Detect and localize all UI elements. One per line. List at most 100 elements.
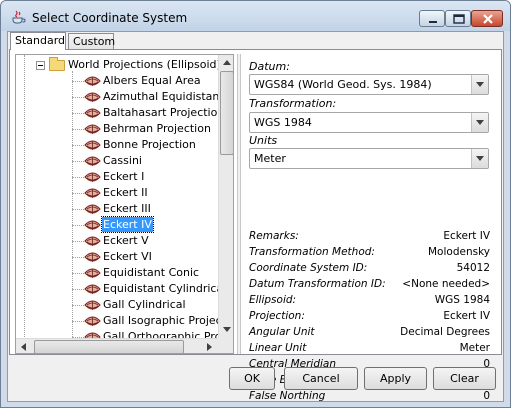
tree-connector-line <box>72 241 84 242</box>
tree-connector-line <box>72 97 84 98</box>
folder-open-icon <box>49 57 65 71</box>
maximize-button[interactable] <box>445 10 471 27</box>
projection-globe-icon <box>84 140 101 151</box>
info-value: Eckert IV <box>443 230 490 242</box>
minimize-button[interactable] <box>419 10 445 27</box>
panel-splitter[interactable] <box>237 54 241 354</box>
tree-connector-line <box>72 145 84 146</box>
info-key: Ellipsoid: <box>249 294 297 306</box>
datum-label: Datum: <box>249 60 290 73</box>
tree-item[interactable]: Cassini <box>16 153 218 169</box>
info-key: Transformation Method: <box>249 246 375 258</box>
vertical-scrollbar[interactable] <box>218 55 233 338</box>
tree-root-label: World Projections (Ellipsoid) <box>68 58 221 71</box>
tree-connector-line <box>72 161 84 162</box>
tree-item[interactable]: Baltahasart Projection <box>16 105 224 121</box>
transformation-combobox[interactable]: WGS 1984 <box>249 112 489 133</box>
projection-globe-icon <box>84 236 101 247</box>
tree-item-label: Equidistant Cylindrical <box>103 282 227 295</box>
arrow-right-icon <box>207 343 212 351</box>
info-value: Molodensky <box>428 246 490 258</box>
tree-connector-line <box>72 225 84 226</box>
units-dropdown-button[interactable] <box>471 149 488 168</box>
apply-button[interactable]: Apply <box>364 367 427 390</box>
tree-item-label: Albers Equal Area <box>103 74 201 87</box>
tree-item-label: Eckert III <box>103 202 151 215</box>
projection-globe-icon <box>84 268 101 279</box>
ok-button[interactable]: OK <box>229 367 275 390</box>
tree-item[interactable]: Eckert IV <box>16 216 218 233</box>
minimize-icon <box>429 21 437 23</box>
tree-item-label: Bonne Projection <box>103 138 196 151</box>
info-key: Coordinate System ID: <box>249 262 368 274</box>
projection-tree[interactable]: World Projections (Ellipsoid) Albers Equ… <box>15 54 234 354</box>
tree-item[interactable]: Eckert V <box>16 233 218 249</box>
tree-item-label: Baltahasart Projection <box>103 106 225 119</box>
collapse-expander-icon[interactable] <box>36 61 45 70</box>
projection-globe-icon <box>84 252 101 263</box>
tree-item[interactable]: Eckert VI <box>16 249 218 265</box>
tree-item[interactable]: Gall Isographic Projection <box>16 313 233 329</box>
tree-connector-line <box>72 113 84 114</box>
scroll-up-button[interactable] <box>219 55 233 71</box>
tree-connector-line <box>72 129 84 130</box>
clear-button[interactable]: Clear <box>433 367 496 390</box>
tree-item[interactable]: Equidistant Cylindrical <box>16 281 226 297</box>
tree-item-label: Azimuthal Equidistant <box>103 90 224 103</box>
projection-globe-icon <box>84 316 101 327</box>
tree-connector-line <box>72 257 84 258</box>
projection-globe-icon <box>84 220 101 231</box>
tab-standard[interactable]: Standard <box>10 32 66 50</box>
tree-item-label: Equidistant Conic <box>103 266 200 279</box>
tree-item[interactable]: Azimuthal Equidistant <box>16 89 224 105</box>
tree-item[interactable]: Gall Cylindrical <box>16 297 218 313</box>
vertical-scroll-thumb[interactable] <box>220 71 233 155</box>
arrow-up-icon <box>223 60 231 65</box>
tree-item-label: Gall Cylindrical <box>103 298 186 311</box>
units-label: Units <box>249 134 278 147</box>
cancel-button[interactable]: Cancel <box>284 367 358 390</box>
scrollbar-corner <box>218 338 233 353</box>
tree-connector-line <box>72 193 84 194</box>
projection-globe-icon <box>84 172 101 183</box>
button-bar: OK Cancel Apply Clear <box>9 356 502 400</box>
scroll-right-button[interactable] <box>202 339 218 353</box>
datum-dropdown-button[interactable] <box>471 75 488 94</box>
tab-panel-standard: World Projections (Ellipsoid) Albers Equ… <box>9 49 502 402</box>
projection-globe-icon <box>84 300 101 311</box>
tree-item[interactable]: Behrman Projection <box>16 121 218 137</box>
horizontal-scrollbar[interactable] <box>16 338 218 353</box>
projection-globe-icon <box>84 204 101 215</box>
scroll-left-button[interactable] <box>16 339 32 353</box>
transformation-value: WGS 1984 <box>254 116 312 129</box>
datum-combobox[interactable]: WGS84 (World Geod. Sys. 1984) <box>249 74 489 95</box>
tab-custom[interactable]: Custom <box>68 33 115 50</box>
tree-item[interactable]: Eckert II <box>16 185 218 201</box>
scroll-down-button[interactable] <box>219 322 233 338</box>
info-value: Eckert IV <box>443 310 490 322</box>
tree-root-node[interactable]: World Projections (Ellipsoid) <box>16 57 221 73</box>
tree-item-label: Eckert V <box>103 234 149 247</box>
window-title: Select Coordinate System <box>32 11 188 25</box>
java-cup-icon <box>12 10 26 24</box>
maximize-icon <box>453 14 465 24</box>
info-key: Angular Unit <box>249 326 315 338</box>
info-value: 54012 <box>456 262 490 274</box>
info-key: Projection: <box>249 310 305 322</box>
datum-value: WGS84 (World Geod. Sys. 1984) <box>254 78 432 91</box>
tree-connector-line <box>72 177 84 178</box>
transformation-dropdown-button[interactable] <box>471 113 488 132</box>
tree-item[interactable]: Equidistant Conic <box>16 265 218 281</box>
tree-item[interactable]: Albers Equal Area <box>16 73 218 89</box>
tree-item-label: Eckert IV <box>101 216 154 233</box>
title-bar[interactable]: Select Coordinate System <box>1 1 510 31</box>
units-combobox[interactable]: Meter <box>249 148 489 169</box>
tree-item[interactable]: Bonne Projection <box>16 137 218 153</box>
chevron-down-icon <box>476 156 484 161</box>
close-button[interactable] <box>471 10 503 27</box>
info-row: Coordinate System ID: 54012 <box>249 262 490 276</box>
tree-item[interactable]: Eckert III <box>16 201 218 217</box>
horizontal-scroll-thumb[interactable] <box>34 340 184 353</box>
tree-connector-line <box>72 81 84 82</box>
tree-item[interactable]: Eckert I <box>16 169 218 185</box>
